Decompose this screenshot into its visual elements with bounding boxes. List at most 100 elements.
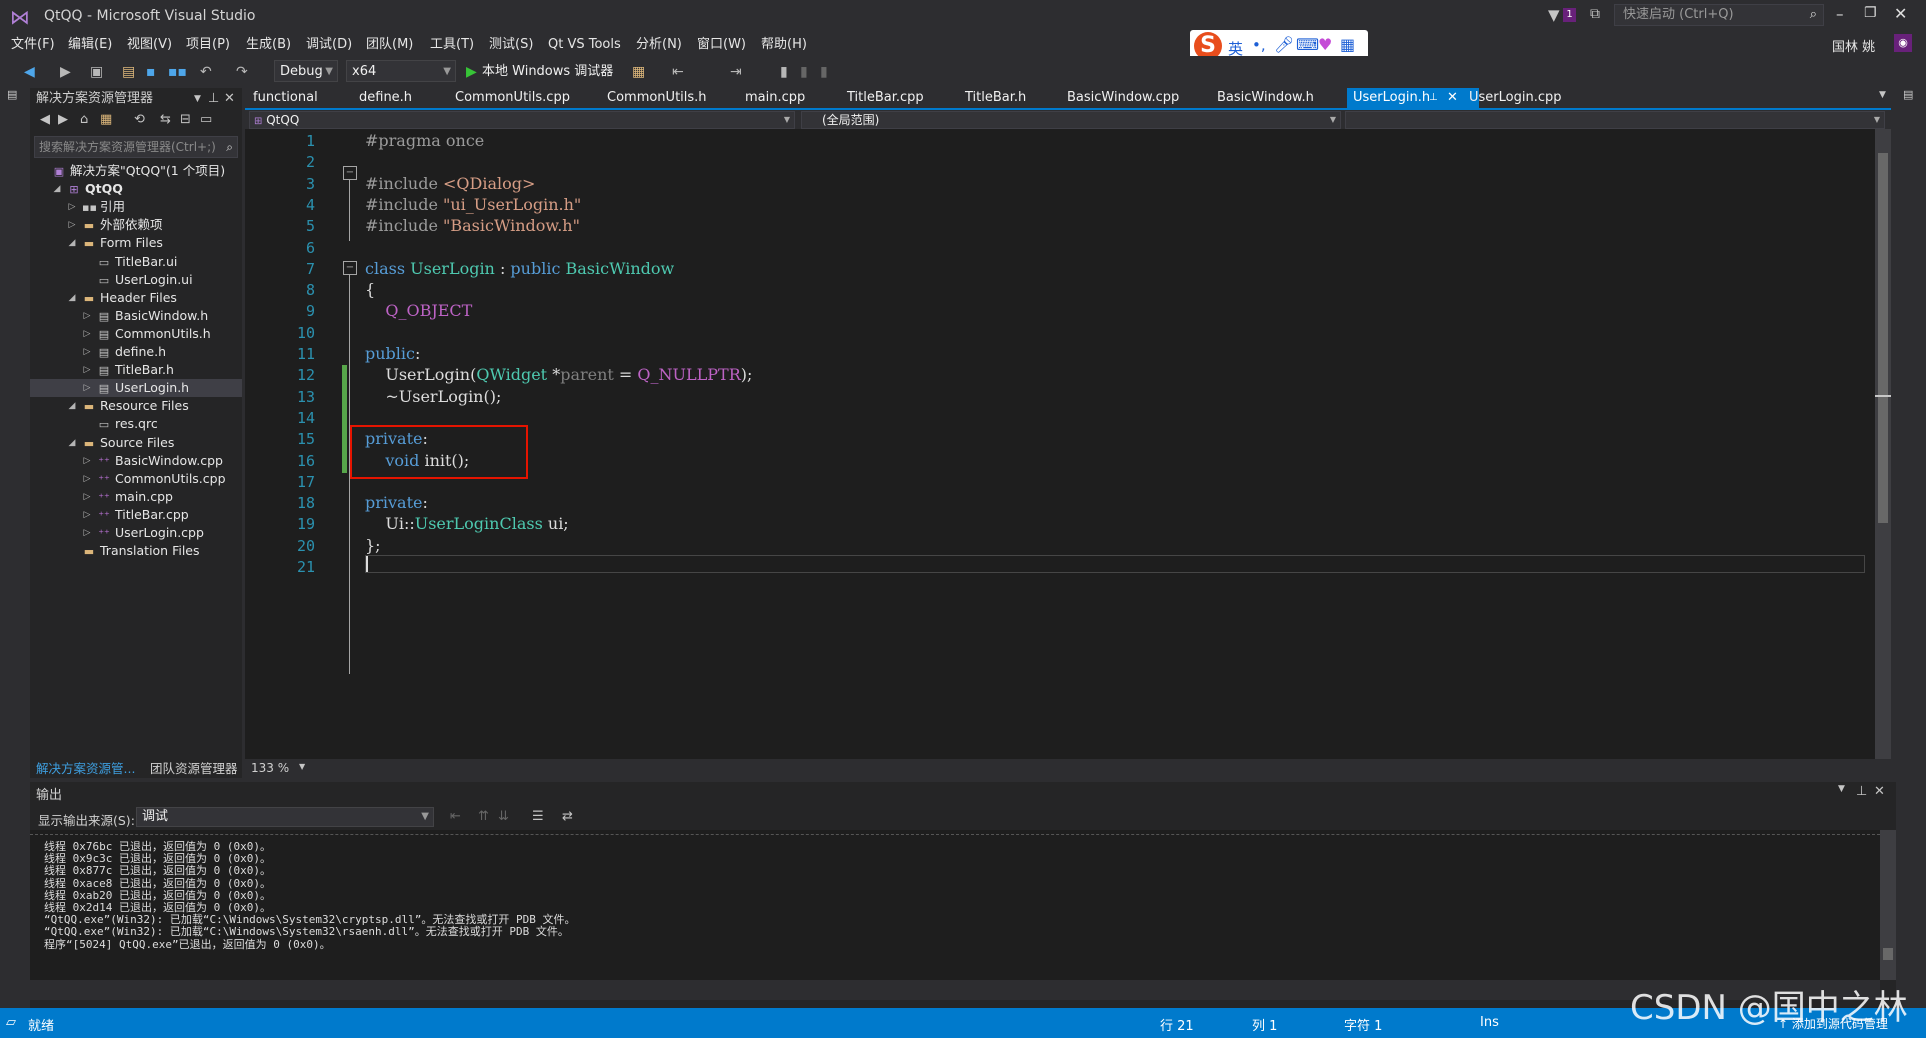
- configuration-select[interactable]: Debug ▼: [274, 60, 338, 82]
- member-dropdown[interactable]: ▼: [1345, 111, 1885, 129]
- tab-titlebar-cpp[interactable]: TitleBar.cpp: [841, 88, 930, 108]
- word-wrap-icon[interactable]: ⇄: [562, 809, 573, 824]
- clear-all-icon[interactable]: ☰: [532, 809, 544, 824]
- tab-commonutils-cpp[interactable]: CommonUtils.cpp: [449, 88, 576, 108]
- tree-item[interactable]: ▭ res.qrc: [30, 415, 242, 433]
- user-name[interactable]: 国林 姚: [1832, 36, 1875, 55]
- menu-analyze[interactable]: 分析(N): [636, 34, 682, 56]
- back-icon[interactable]: ◀: [40, 112, 50, 127]
- start-debug-button[interactable]: 本地 Windows 调试器: [482, 62, 613, 82]
- collapsed-arrow-icon[interactable]: ▷: [66, 216, 78, 234]
- sync-icon[interactable]: ⇆: [160, 112, 171, 127]
- feedback-icon[interactable]: ⧉: [1590, 6, 1600, 22]
- tree-item[interactable]: ▷ ▤ CommonUtils.h: [30, 325, 242, 343]
- step-icon[interactable]: ⇤: [672, 62, 684, 82]
- scrollbar-thumb[interactable]: [1883, 948, 1893, 960]
- menu-project[interactable]: 项目(P): [186, 34, 230, 56]
- expanded-arrow-icon[interactable]: ◢: [66, 289, 78, 307]
- pin-icon[interactable]: ⊥: [1856, 784, 1867, 799]
- close-tab-icon[interactable]: ✕: [1447, 88, 1458, 108]
- tab-basicwindow-cpp[interactable]: BasicWindow.cpp: [1061, 88, 1185, 108]
- close-panel-icon[interactable]: ✕: [224, 88, 235, 110]
- project-dropdown[interactable]: ⊞ QtQQ ▼: [249, 111, 795, 129]
- collapsed-arrow-icon[interactable]: ▷: [81, 361, 93, 379]
- tab-overflow-icon[interactable]: ▼: [1879, 90, 1886, 100]
- forward-icon[interactable]: ▶: [58, 112, 68, 127]
- collapsed-arrow-icon[interactable]: ▷: [81, 325, 93, 343]
- tab-define-h[interactable]: define.h: [353, 88, 418, 108]
- code-editor[interactable]: − − 1 #pragma once 2 3 #include <QDialog> 4 #i…: [245, 129, 1875, 759]
- pin-icon[interactable]: ⊥: [208, 88, 219, 110]
- bookmark-icon[interactable]: ▮: [780, 62, 788, 82]
- tree-item[interactable]: ▭ TitleBar.ui: [30, 253, 242, 271]
- switch-views-icon[interactable]: ▦: [100, 112, 112, 127]
- find-message-icon[interactable]: ⇤: [450, 809, 461, 824]
- menu-tools[interactable]: 工具(T): [430, 34, 474, 56]
- close-panel-icon[interactable]: ✕: [1874, 784, 1885, 799]
- restore-icon[interactable]: ❐: [1864, 5, 1877, 21]
- menu-help[interactable]: 帮助(H): [761, 34, 807, 56]
- menu-build[interactable]: 生成(B): [246, 34, 291, 56]
- output-text[interactable]: 线程 0x76bc 已退出，返回值为 0 (0x0)。 线程 0x9c3c 已退出…: [30, 830, 1880, 1000]
- platform-select[interactable]: x64 ▼: [346, 60, 456, 82]
- tab-basicwindow-h[interactable]: BasicWindow.h: [1211, 88, 1320, 108]
- menu-team[interactable]: 团队(M): [366, 34, 413, 56]
- quick-launch-input[interactable]: 快速启动 (Ctrl+Q) ⌕: [1614, 4, 1824, 26]
- save-icon[interactable]: ▪: [146, 62, 156, 82]
- microphone-icon[interactable]: 🎤︎: [1274, 35, 1294, 54]
- collapsed-arrow-icon[interactable]: ▷: [81, 488, 93, 506]
- undo-icon[interactable]: ↶: [200, 62, 212, 82]
- forward-icon[interactable]: ▶: [60, 62, 71, 82]
- next-message-icon[interactable]: ⇊: [498, 809, 509, 824]
- tab-userlogin-cpp[interactable]: UserLogin.cpp: [1463, 88, 1568, 108]
- output-horizontal-scrollbar[interactable]: [30, 980, 1880, 1000]
- output-source-select[interactable]: 调试 ▼: [136, 807, 434, 827]
- expanded-arrow-icon[interactable]: ◢: [66, 434, 78, 452]
- start-debug-icon[interactable]: ▶: [466, 62, 477, 82]
- collapsed-arrow-icon[interactable]: ▷: [81, 307, 93, 325]
- expanded-arrow-icon[interactable]: ◢: [66, 234, 78, 252]
- tree-item[interactable]: ◢ ▬ Form Files: [30, 234, 242, 252]
- properties-icon[interactable]: ▭: [200, 112, 212, 127]
- tree-item[interactable]: ▷ ⁺⁺ main.cpp: [30, 488, 242, 506]
- toolbox-icon[interactable]: ▦: [1340, 35, 1355, 54]
- history-icon[interactable]: ⟲: [134, 112, 145, 127]
- keyboard-icon[interactable]: ⌨︎: [1296, 35, 1319, 54]
- tree-item[interactable]: ◢ ▬ Source Files: [30, 434, 242, 452]
- tree-item[interactable]: ▷ ▤ UserLogin.h: [30, 379, 242, 398]
- output-scrollbar[interactable]: [1880, 830, 1896, 980]
- pin-icon[interactable]: ⊥: [1429, 88, 1438, 108]
- tab-solution-explorer[interactable]: 解决方案资源管...: [36, 758, 135, 777]
- tab-functional[interactable]: functional: [247, 88, 324, 108]
- tree-item[interactable]: ▷ ▬ 外部依赖项: [30, 216, 242, 234]
- bookmark-next-icon[interactable]: ▮: [820, 62, 828, 82]
- filter-notification-icon[interactable]: ▼: [1548, 6, 1560, 24]
- open-file-icon[interactable]: ▤: [122, 62, 135, 82]
- collapsed-arrow-icon[interactable]: ▷: [81, 470, 93, 488]
- back-icon[interactable]: ◀: [24, 62, 35, 82]
- editor-vertical-scrollbar[interactable]: [1875, 129, 1891, 759]
- close-icon[interactable]: ✕: [1894, 4, 1907, 23]
- tab-commonutils-h[interactable]: CommonUtils.h: [601, 88, 713, 108]
- scope-dropdown[interactable]: (全局范围) ▼: [801, 111, 1341, 129]
- solution-search-input[interactable]: 搜索解决方案资源管理器(Ctrl+;) ⌕: [34, 136, 238, 158]
- menu-window[interactable]: 窗口(W): [697, 34, 746, 56]
- tree-item[interactable]: ▬ Translation Files: [30, 542, 242, 560]
- bookmark-prev-icon[interactable]: ▮: [800, 62, 808, 82]
- tab-main-cpp[interactable]: main.cpp: [739, 88, 811, 108]
- punctuation-icon[interactable]: •,: [1252, 36, 1266, 54]
- diagnostics-tab-icon[interactable]: ▤: [1903, 88, 1919, 101]
- zoom-level[interactable]: 133 %: [251, 761, 289, 775]
- menu-debug[interactable]: 调试(D): [306, 34, 352, 56]
- collapsed-arrow-icon[interactable]: ▷: [81, 506, 93, 524]
- tree-item[interactable]: ▷ ⁺⁺ BasicWindow.cpp: [30, 452, 242, 470]
- collapsed-arrow-icon[interactable]: ▷: [66, 198, 78, 216]
- collapsed-arrow-icon[interactable]: ▷: [81, 379, 93, 397]
- collapsed-arrow-icon[interactable]: ▷: [81, 452, 93, 470]
- tree-item[interactable]: ▷ ⁺⁺ CommonUtils.cpp: [30, 470, 242, 488]
- tree-item[interactable]: ▣ 解决方案"QtQQ"(1 个项目): [30, 162, 242, 180]
- minimize-icon[interactable]: –: [1836, 5, 1844, 23]
- chevron-down-icon[interactable]: ▼: [299, 762, 305, 771]
- toolbox-tab-icon[interactable]: ▤: [7, 88, 23, 101]
- save-all-icon[interactable]: ▪▪: [168, 62, 187, 82]
